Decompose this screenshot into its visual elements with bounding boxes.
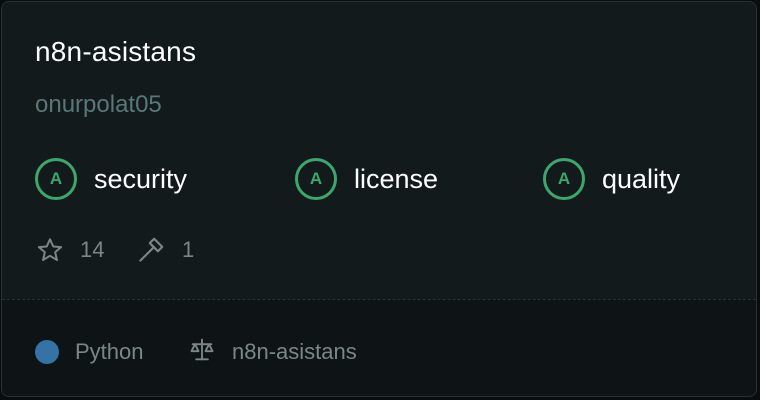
score-label: security [94,163,188,194]
grade-badge: A [35,158,77,200]
grade-badge: A [543,158,585,200]
repo-card[interactable]: n8n-asistans onurpolat05 A security A li… [1,1,757,397]
stars-count: 14 [80,237,105,262]
score-security[interactable]: A security [35,155,187,203]
language-color-dot [35,340,59,364]
hammer-icon [136,235,166,265]
score-license[interactable]: A license [295,155,438,203]
score-label: license [354,163,439,194]
repo-owner-link[interactable]: onurpolat05 [35,91,162,119]
star-icon [36,236,64,264]
scale-icon [188,336,216,369]
license-name: n8n-asistans [232,339,357,364]
license-info[interactable]: n8n-asistans [188,338,357,366]
forks-stat[interactable]: 1 [136,234,194,266]
grade-badge: A [295,158,337,200]
language-info: Python [35,338,144,366]
language-name: Python [75,339,144,364]
repo-name[interactable]: n8n-asistans [35,36,196,68]
stars-stat[interactable]: 14 [36,234,104,266]
card-body: n8n-asistans onurpolat05 A security A li… [2,2,756,304]
score-label: quality [602,163,681,194]
forks-count: 1 [182,237,195,262]
score-quality[interactable]: A quality [543,155,680,203]
